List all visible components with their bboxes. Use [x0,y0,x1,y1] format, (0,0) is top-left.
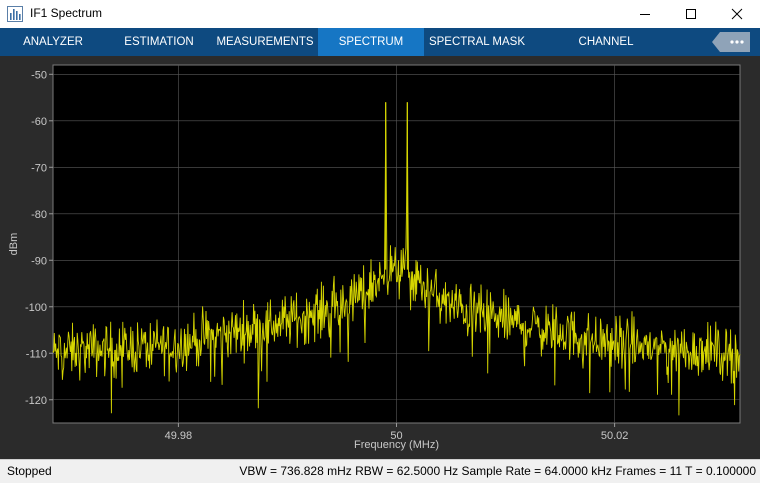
tab-measurements[interactable]: MEASUREMENTS [212,28,318,56]
close-button[interactable] [714,0,760,28]
tab-spectrum[interactable]: SPECTRUM [318,28,424,56]
y-tick-label: -50 [31,69,47,81]
spectrum-app-icon [7,6,23,22]
window-title: IF1 Spectrum [30,6,103,20]
y-tick-label: -110 [26,348,47,360]
y-tick-label: -90 [31,255,47,267]
tab-spectral-mask[interactable]: SPECTRAL MASK [424,28,530,56]
run-state: Stopped [7,464,52,478]
tab-channel-measurements[interactable]: CHANNEL MEASUREMENTS [530,28,682,76]
y-tick-labels: -50 -60 -70 -80 -90 -100 -110 -120 [25,69,47,406]
y-tick-label: -60 [31,116,47,128]
tab-estimation[interactable]: ESTIMATION [106,28,212,56]
y-tick-label: -100 [25,302,47,314]
tab-label: ANALYZER [23,36,83,48]
tab-label: SPECTRUM [338,36,404,48]
ellipsis-icon[interactable] [712,32,750,52]
tab-label: MEASUREMENTS [216,36,314,48]
plot-panel: -50 -60 -70 -80 -90 -100 -110 -120 49.98 50 50.02… [0,56,760,459]
tab-analyzer[interactable]: ANALYZER [0,28,106,56]
x-tick-label: 49.98 [165,430,193,442]
spectrum-chart[interactable]: -50-60-70-80-90-100-110-120 49.98 50 50.02… [0,56,760,459]
minimize-icon [640,14,650,15]
minimize-button[interactable] [622,0,668,28]
y-tick-label: -80 [31,209,47,221]
y-tick-label: -120 [25,395,47,407]
close-icon [731,8,743,20]
x-tick-label: 50.02 [601,430,629,442]
title-bar: IF1 Spectrum [0,0,760,28]
maximize-icon [686,9,696,19]
x-axis-label: Frequency (MHz) [354,439,439,451]
tab-label: ESTIMATION [124,36,194,48]
y-tick-label: -70 [31,162,47,174]
maximize-button[interactable] [668,0,714,28]
y-axis-label: dBm [8,233,20,256]
status-bar: Stopped VBW = 736.828 mHz RBW = 62.5000 … [0,459,760,483]
measurement-details: VBW = 736.828 mHz RBW = 62.5000 Hz Sampl… [239,464,756,478]
toolstrip: ANALYZER ESTIMATION MEASUREMENTS SPECTRU… [0,28,760,76]
tab-label: SPECTRAL MASK [428,36,526,48]
